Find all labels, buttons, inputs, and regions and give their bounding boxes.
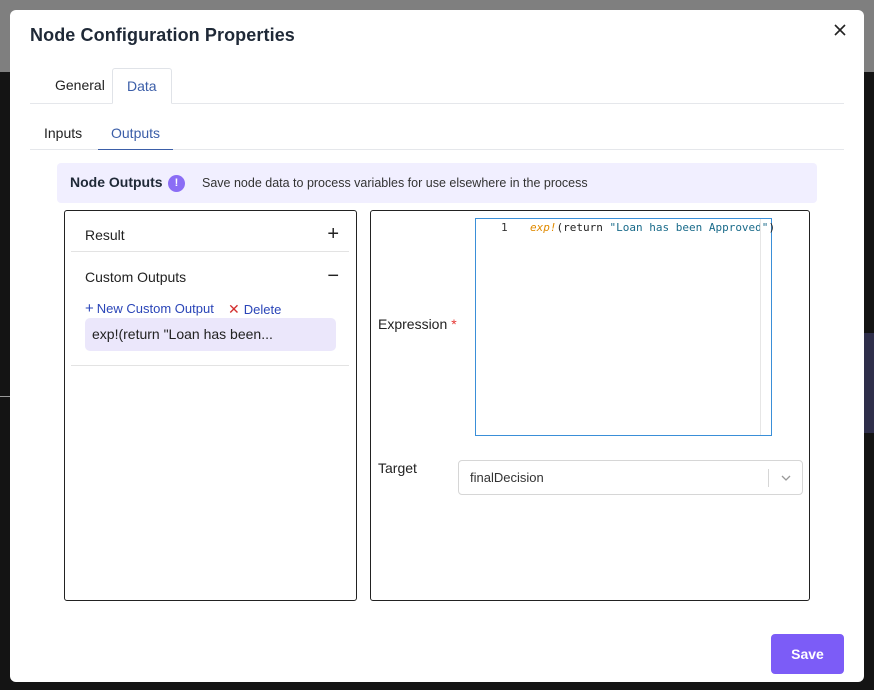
- target-select-value: finalDecision: [470, 470, 544, 485]
- code-open: (return: [556, 221, 610, 234]
- node-config-modal: Node Configuration Properties General Da…: [10, 10, 864, 682]
- target-label: Target: [378, 460, 417, 476]
- tab-outputs[interactable]: Outputs: [98, 118, 174, 150]
- required-mark: *: [451, 316, 457, 332]
- target-select[interactable]: finalDecision: [458, 460, 803, 495]
- expand-icon[interactable]: +: [327, 222, 339, 246]
- editor-scrollbar[interactable]: [760, 219, 761, 435]
- outputs-list-panel: Result + Custom Outputs − + New Custom Ou…: [64, 210, 357, 601]
- result-section[interactable]: Result +: [71, 218, 349, 252]
- delete-button[interactable]: ✕ Delete: [228, 301, 281, 318]
- info-description: Save node data to process variables for …: [202, 176, 588, 190]
- info-banner: Node Outputs ! Save node data to process…: [57, 163, 817, 203]
- code-close: ): [768, 221, 776, 234]
- save-button[interactable]: Save: [771, 634, 844, 674]
- delete-label: Delete: [243, 302, 282, 317]
- collapse-icon[interactable]: −: [327, 264, 339, 288]
- chevron-down-icon[interactable]: [780, 472, 792, 484]
- modal-title: Node Configuration Properties: [30, 25, 295, 45]
- tab-data[interactable]: Data: [112, 68, 172, 104]
- code-string: "Loan has been Approved": [609, 221, 769, 234]
- new-custom-output-label: New Custom Output: [96, 301, 214, 316]
- expression-label: Expression *: [378, 316, 457, 332]
- output-detail-panel: Expression * 1 exp!(return "Loan has been…: [370, 210, 810, 601]
- custom-outputs-label: Custom Outputs: [85, 269, 187, 285]
- line-number: 1: [501, 221, 508, 234]
- exclamation-icon: !: [168, 175, 185, 192]
- expression-label-text: Expression: [378, 316, 448, 332]
- result-section-label: Result: [85, 227, 125, 243]
- custom-outputs-section[interactable]: Custom Outputs −: [71, 260, 349, 294]
- info-title: Node Outputs: [70, 174, 163, 190]
- new-custom-output-button[interactable]: + New Custom Output: [85, 300, 214, 317]
- plus-icon: +: [85, 300, 94, 317]
- tab-inputs[interactable]: Inputs: [31, 118, 95, 150]
- code-line: exp!(return "Loan has been Approved"): [530, 221, 775, 234]
- expression-code-editor[interactable]: 1 exp!(return "Loan has been Approved"): [475, 218, 775, 436]
- section-divider: [71, 365, 349, 366]
- delete-x-icon: ✕: [228, 301, 240, 317]
- close-icon: [834, 24, 846, 36]
- sub-tabs: Inputs Outputs: [30, 118, 844, 150]
- custom-output-item[interactable]: exp!(return "Loan has been...: [85, 318, 336, 351]
- select-separator: [768, 469, 769, 487]
- code-keyword: exp!: [530, 221, 557, 234]
- code-gutter: 1: [476, 219, 526, 435]
- close-button[interactable]: [830, 20, 850, 40]
- tab-general[interactable]: General: [41, 68, 119, 104]
- main-tabs: General Data: [30, 68, 844, 104]
